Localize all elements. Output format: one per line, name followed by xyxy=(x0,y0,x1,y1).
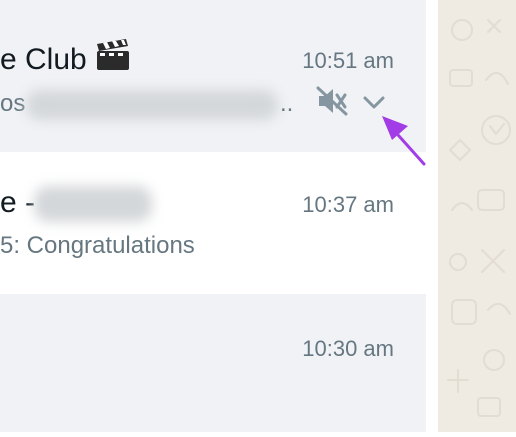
chat-list-item[interactable]: 10:30 am xyxy=(0,294,426,432)
clapper-board-icon xyxy=(95,38,131,80)
chat-time: 10:30 am xyxy=(302,336,394,361)
chat-list-item[interactable]: e - 10:37 am 5: Congratulations xyxy=(0,152,426,294)
wallpaper-doodle-pattern xyxy=(447,19,511,417)
chat-name: e Club xyxy=(0,38,131,80)
chat-name: e - xyxy=(0,186,36,219)
redacted-chat-name xyxy=(34,186,152,222)
annotation-arrow-icon xyxy=(382,116,426,166)
chat-preview-prefix: os xyxy=(0,90,26,117)
panel-divider xyxy=(426,0,438,432)
chat-time: 10:51 am xyxy=(302,48,394,73)
muted-speaker-icon xyxy=(316,86,348,121)
chat-list: e Club 10:51 am os .. e - 10:37 am 5: Co… xyxy=(0,0,426,432)
chat-preview: 5: Congratulations xyxy=(0,232,195,259)
redacted-preview xyxy=(26,90,278,120)
chat-time: 10:37 am xyxy=(302,192,394,217)
chat-wallpaper xyxy=(438,0,516,432)
chat-preview-ellipsis: .. xyxy=(280,90,294,117)
chat-list-item[interactable]: e Club 10:51 am os .. xyxy=(0,0,426,152)
